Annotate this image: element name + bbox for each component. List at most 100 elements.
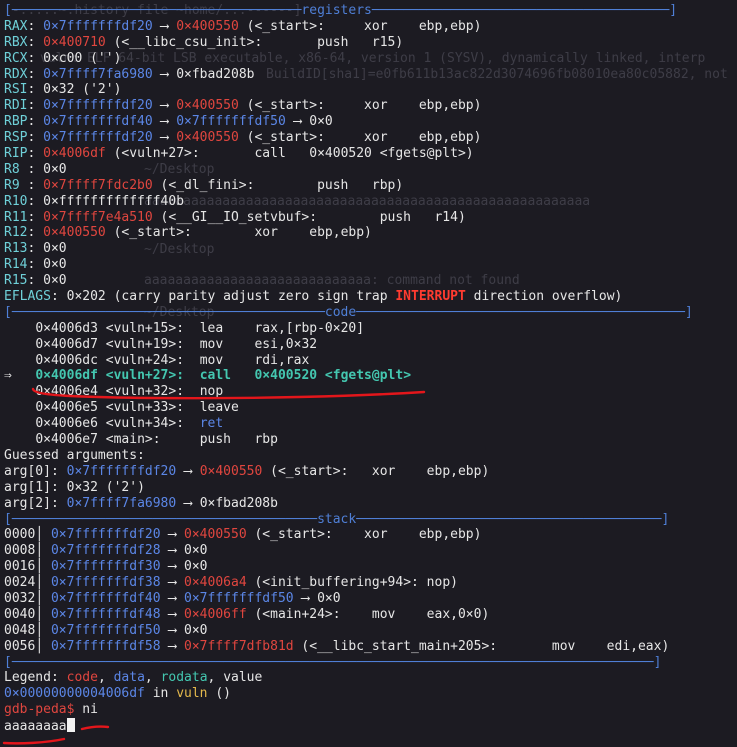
stack-row: 0032│ 0×7fffffffdf40 ⟶ 0×7fffffffdf50 ⟶ … [4, 590, 341, 606]
register-row: R12: 0×400550 (<_start>: xor ebp,ebp) [4, 225, 372, 241]
code-marker [4, 400, 27, 415]
registers-header: [─────────────────────────────────────re… [4, 3, 678, 18]
register-row: RBP: 0×7fffffffdf40 ⟶ 0×7fffffffdf50 ⟶ 0… [4, 114, 333, 130]
code-symbol: <vuln+32>: [105, 384, 192, 400]
code-address: 0×4006dc [35, 352, 98, 368]
code-symbol: <main>: [105, 432, 192, 448]
register-value: 0×fffffffffffff40b [43, 193, 185, 209]
register-value: 0×7fffffffdf20 [43, 98, 153, 114]
arg-value: 0×7fffffffdf20 [66, 463, 177, 479]
code-opcode: lea [199, 320, 231, 336]
register-value: 0×0 [43, 273, 67, 289]
stack-row: 0040│ 0×7fffffffdf48 ⟶ 0×4006ff (<main+2… [4, 606, 490, 622]
stack-offset: 0048 [4, 622, 36, 638]
register-row: RDI: 0×7fffffffdf20 ⟶ 0×400550 (<_start>… [4, 98, 482, 114]
stack-detail: (<__libc_start_main+205>: mov edi,eax) [293, 638, 670, 654]
register-name: R8 [4, 161, 28, 177]
code-address: 0×4006e7 [35, 432, 98, 448]
register-value: 0×0 [43, 257, 67, 273]
code-marker [4, 432, 27, 447]
arg-value: 0×7ffff7fa6980 [66, 495, 177, 511]
legend-line: Legend: code, data, rodata, value [4, 670, 263, 686]
eflags-flags-pre: (carry parity adjust zero sign trap [113, 289, 396, 305]
location-args: () [207, 686, 231, 702]
register-value: 0×7fffffffdf20 [43, 130, 153, 146]
register-name: R15 [4, 273, 28, 289]
register-row: RDX: 0×7ffff7fa6980 ⟶ 0×fbad208b [4, 66, 255, 82]
code-symbol: <vuln+15>: [105, 320, 192, 336]
code-panel: 0×4006d3 <vuln+15>: lea rax,[rbp-0×20] 0… [4, 321, 734, 448]
register-detail: (<_start>: xor ebp,ebp) [238, 130, 482, 146]
registers-panel: RAX: 0×7fffffffdf20 ⟶ 0×400550 (<_start>… [4, 19, 734, 289]
stack-detail: (<main+24>: mov eax,0×0) [246, 606, 490, 622]
legend-rodata: rodata [160, 670, 208, 686]
stack-detail: ⟶ 0×0 [293, 590, 341, 606]
code-row: 0×4006d3 <vuln+15>: lea rax,[rbp-0×20] [4, 321, 734, 337]
code-row: 0×4006d7 <vuln+19>: mov esi,0×32 [4, 337, 734, 353]
code-opcode: leave [199, 400, 239, 416]
guessed-args-panel: arg[0]: 0×7fffffffdf20 ⟶ 0×400550 (<_sta… [4, 464, 734, 512]
arg-detail: (<_start>: xor ebp,ebp) [262, 463, 490, 479]
code-symbol: <vuln+19>: [105, 336, 192, 352]
stack-offset: 0000 [4, 527, 36, 543]
register-value: 0×0 [43, 161, 67, 177]
stack-offset: 0024 [4, 575, 36, 591]
stack-header: [───────────────────────────────────────… [4, 511, 670, 527]
code-operands: rbp [254, 432, 278, 448]
code-operands: 0×400520 <fgets@plt> [254, 368, 412, 384]
register-name: RCX [4, 50, 28, 66]
input-line[interactable]: aaaaaaaa [4, 718, 734, 734]
code-opcode: call [199, 368, 231, 384]
pointer-arrow: ⟶ [176, 463, 200, 479]
gdb-peda-terminal[interactable]: [-.....~.history file ~home/...------] v… [4, 3, 734, 734]
register-row: RSP: 0×7fffffffdf20 ⟶ 0×400550 (<_start>… [4, 130, 482, 146]
pointer-arrow: ⟶ [152, 98, 177, 114]
code-row: 0×4006e5 <vuln+33>: leave [4, 400, 734, 416]
stack-detail: (<init_buffering+94>: nop) [246, 575, 458, 591]
location-in: in [144, 686, 177, 702]
register-value: 0×4006df [43, 146, 106, 162]
location-function: vuln [176, 686, 208, 702]
register-name: RAX [4, 18, 28, 34]
code-address: 0×4006d7 [35, 336, 98, 352]
stack-offset: 0016 [4, 559, 36, 575]
code-opcode: mov [199, 336, 231, 352]
command-text: ni [82, 702, 98, 718]
bottom-separator: [───────────────────────────────────────… [4, 654, 662, 670]
register-detail: ('') [82, 50, 122, 66]
stack-value: 0×7fffffffdf50 [184, 590, 294, 606]
register-name: RDI [4, 98, 28, 114]
register-name: R9 [4, 177, 28, 193]
text-cursor [66, 718, 75, 733]
arg-detail: 0×fbad208b [199, 495, 278, 511]
register-name: RSI [4, 82, 28, 98]
code-operands: esi,0×32 [254, 336, 318, 352]
code-symbol: <vuln+24>: [105, 352, 192, 368]
stack-row: 0024│ 0×7fffffffdf38 ⟶ 0×4006a4 (<init_b… [4, 575, 458, 591]
register-name: RBP [4, 114, 28, 130]
stack-row: 0016│ 0×7fffffffdf30 ⟶ 0×0 [4, 559, 208, 575]
code-opcode: push [199, 432, 231, 448]
stack-offset: 0040 [4, 606, 36, 622]
register-detail: (<_start>: xor ebp,ebp) [238, 98, 482, 114]
code-address: 0×4006e6 [35, 416, 98, 432]
arg-label: arg[2]: [4, 495, 67, 511]
legend-value: value [223, 670, 263, 686]
prompt-line[interactable]: gdb-peda$ ni [4, 702, 734, 718]
register-row: RSI: 0×32 ('2') [4, 82, 122, 98]
code-address: 0×4006e4 [35, 384, 98, 400]
registers-title: registers [301, 3, 372, 18]
register-name: R13 [4, 241, 28, 257]
register-target: 0×400550 [176, 98, 239, 114]
stack-value: 0×7ffff7dfb81d [184, 638, 294, 654]
pointer-arrow: ⟶ [152, 66, 177, 82]
register-name: R11 [4, 209, 28, 225]
stack-row: 0048│ 0×7fffffffdf50 ⟶ 0×0 [4, 622, 208, 638]
code-symbol: <vuln+33>: [105, 400, 192, 416]
stack-address: 0×7fffffffdf20 [50, 527, 161, 543]
register-detail: (<_start>: xor ebp,ebp) [105, 225, 372, 241]
register-value: 0×7ffff7e4a510 [43, 209, 153, 225]
pointer-arrow: ⟶ [152, 114, 177, 130]
register-row: R11: 0×7ffff7e4a510 (<__GI__IO_setvbuf>:… [4, 209, 466, 225]
arg-label: arg[0]: [4, 463, 67, 479]
